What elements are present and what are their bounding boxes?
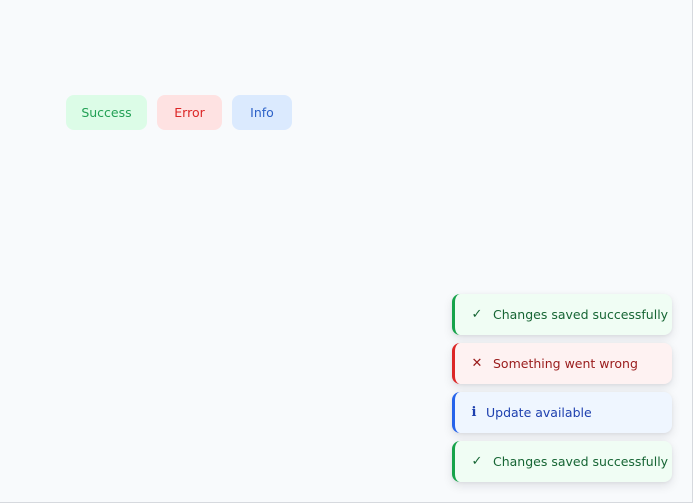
toast-error[interactable]: ✕ Something went wrong [452, 343, 672, 384]
check-icon: ✓ [471, 454, 483, 469]
show-success-toast-button[interactable]: Success [66, 95, 147, 130]
toast-message: Changes saved successfully [493, 307, 669, 322]
toast-success[interactable]: ✓ Changes saved successfully [452, 294, 672, 335]
show-error-toast-button[interactable]: Error [157, 95, 222, 130]
info-icon: i [471, 405, 477, 420]
show-info-toast-button[interactable]: Info [232, 95, 292, 130]
toast-message: Update available [486, 405, 592, 420]
toast-success[interactable]: ✓ Changes saved successfully [452, 441, 672, 482]
check-icon: ✓ [471, 307, 483, 322]
toast-trigger-group: Success Error Info [66, 95, 292, 130]
toast-stack: ✓ Changes saved successfully ✕ Something… [452, 294, 672, 482]
toast-message: Changes saved successfully [493, 454, 669, 469]
close-icon: ✕ [471, 356, 483, 371]
toast-info[interactable]: i Update available [452, 392, 672, 433]
toast-message: Something went wrong [493, 356, 638, 371]
